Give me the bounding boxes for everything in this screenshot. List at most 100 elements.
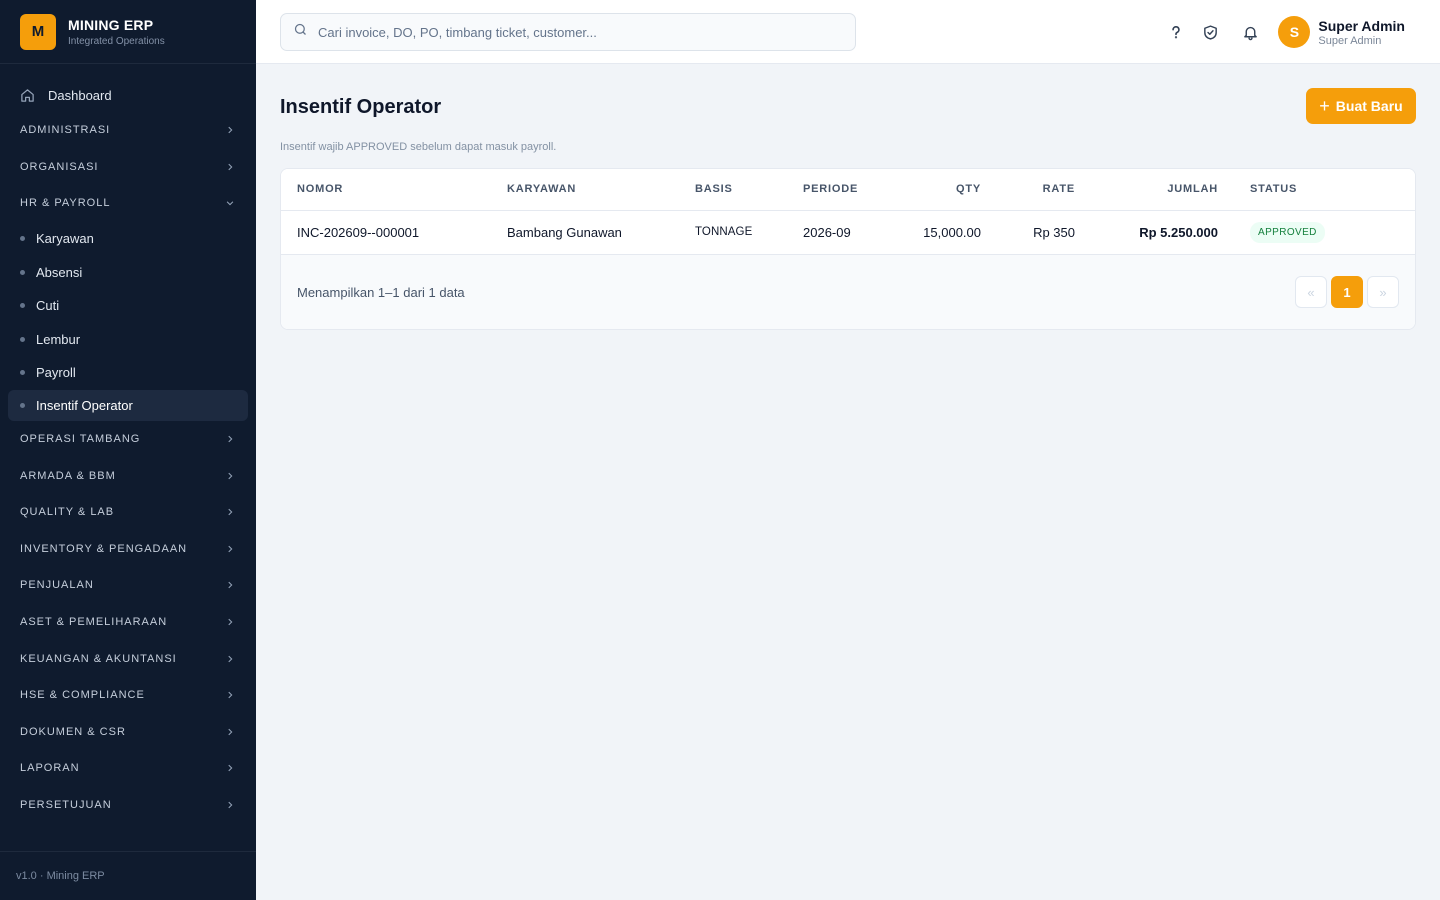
column-header-qty[interactable]: QTY: [887, 169, 997, 211]
sidebar-item-absensi[interactable]: Absensi: [8, 255, 248, 289]
cell-qty: 15,000.00: [887, 210, 997, 255]
sidebar-item-label: Payroll: [36, 365, 76, 381]
bullet-icon: [20, 236, 25, 242]
pagination-summary: Menampilkan 1–1 dari 1 data: [297, 284, 465, 300]
bullet-icon: [20, 336, 25, 342]
chevron-right-icon: [224, 124, 236, 136]
column-header-karyawan[interactable]: KARYAWAN: [491, 169, 679, 211]
sidebar-group-label: HSE & COMPLIANCE: [20, 689, 145, 702]
create-new-button[interactable]: + Buat Baru: [1306, 88, 1416, 124]
brand-logo: M: [20, 13, 56, 50]
sidebar-group-label: ASET & PEMELIHARAAN: [20, 616, 168, 629]
cell-status: APPROVED: [1234, 210, 1415, 255]
avatar: S: [1278, 16, 1311, 48]
shield-check-icon[interactable]: [1200, 22, 1220, 42]
sidebar-item-label: Cuti: [36, 298, 60, 314]
status-badge: APPROVED: [1250, 221, 1325, 243]
sidebar-item-label: Dashboard: [48, 87, 112, 103]
sidebar-group-operasi-tambang[interactable]: OPERASI TAMBANG: [0, 421, 256, 458]
table-header-row: NOMOR KARYAWAN BASIS PERIODE QTY RATE JU…: [281, 169, 1415, 211]
sidebar-item-karyawan[interactable]: Karyawan: [8, 222, 248, 256]
sidebar-group-label: OPERASI TAMBANG: [20, 433, 141, 446]
sidebar-group-inventory-pengadaan[interactable]: INVENTORY & PENGADAAN: [0, 531, 256, 568]
global-search[interactable]: [280, 13, 856, 51]
column-header-nomor[interactable]: NOMOR: [281, 169, 491, 211]
prev-page-button[interactable]: «: [1295, 276, 1327, 308]
sidebar-group-laporan[interactable]: LAPORAN: [0, 750, 256, 787]
sidebar-item-label: Karyawan: [36, 231, 94, 247]
incentive-table: NOMOR KARYAWAN BASIS PERIODE QTY RATE JU…: [281, 169, 1415, 255]
sidebar-group-aset-pemeliharaan[interactable]: ASET & PEMELIHARAAN: [0, 604, 256, 641]
table-footer: Menampilkan 1–1 dari 1 data « 1 »: [281, 254, 1415, 329]
bullet-icon: [20, 303, 25, 309]
sidebar-group-keuangan-akuntansi[interactable]: KEUANGAN & AKUNTANSI: [0, 640, 256, 677]
sidebar-group-label: ADMINISTRASI: [20, 124, 111, 137]
sidebar-group-label: PERSETUJUAN: [20, 798, 112, 811]
incentive-table-card: NOMOR KARYAWAN BASIS PERIODE QTY RATE JU…: [280, 168, 1416, 330]
next-page-button[interactable]: »: [1367, 276, 1399, 308]
sidebar-group-dokumen-csr[interactable]: DOKUMEN & CSR: [0, 714, 256, 751]
chevron-right-icon: [224, 689, 236, 701]
sidebar-item-insentif-operator[interactable]: Insentif Operator: [8, 389, 248, 421]
page-button-current[interactable]: 1: [1331, 276, 1363, 308]
sidebar-group-label: ORGANISASI: [20, 160, 99, 173]
sidebar-group-persetujuan[interactable]: PERSETUJUAN: [0, 787, 256, 824]
cell-jumlah: Rp 5.250.000: [1091, 210, 1234, 255]
page-note: Insentif wajib APPROVED sebelum dapat ma…: [280, 141, 557, 153]
sidebar-group-administrasi[interactable]: ADMINISTRASI: [0, 112, 256, 149]
sidebar-group-penjualan[interactable]: PENJUALAN: [0, 567, 256, 604]
column-header-status[interactable]: STATUS: [1234, 169, 1415, 211]
sidebar-version: v1.0 · Mining ERP: [0, 851, 256, 900]
help-icon[interactable]: [1166, 22, 1186, 42]
sidebar-nav: Dashboard ADMINISTRASI ORGANISASI HR & P…: [0, 64, 256, 823]
chevron-right-icon: [224, 762, 236, 774]
cell-periode: 2026-09: [787, 210, 887, 255]
cell-nomor[interactable]: INC-202609--000001: [281, 210, 491, 255]
bullet-icon: [20, 269, 25, 275]
user-menu[interactable]: S Super Admin Super Admin: [1278, 16, 1405, 48]
chevron-right-icon: [224, 161, 236, 173]
bell-icon[interactable]: [1240, 22, 1260, 42]
chevron-right-icon: [224, 506, 236, 518]
chevron-right-icon: [224, 579, 236, 591]
sidebar: M MINING ERP Integrated Operations Dashb…: [0, 0, 256, 900]
sidebar-group-hse-compliance[interactable]: HSE & COMPLIANCE: [0, 677, 256, 714]
sidebar-group-label: INVENTORY & PENGADAAN: [20, 542, 188, 555]
chevron-right-icon: [224, 470, 236, 482]
sidebar-group-label: HR & PAYROLL: [20, 197, 111, 210]
column-header-rate[interactable]: RATE: [997, 169, 1091, 211]
column-header-jumlah[interactable]: JUMLAH: [1091, 169, 1234, 211]
sidebar-item-label: Lembur: [36, 331, 81, 347]
sidebar-group-hr-payroll[interactable]: HR & PAYROLL: [0, 185, 256, 222]
user-role: Super Admin: [1318, 34, 1382, 47]
sidebar-item-lembur[interactable]: Lembur: [8, 323, 248, 357]
sidebar-group-quality-lab[interactable]: QUALITY & LAB: [0, 494, 256, 531]
table-row[interactable]: INC-202609--000001 Bambang Gunawan TONNA…: [281, 210, 1415, 255]
home-icon: [20, 87, 36, 103]
sidebar-item-payroll[interactable]: Payroll: [8, 356, 248, 390]
sidebar-group-armada-bbm[interactable]: ARMADA & BBM: [0, 457, 256, 494]
pagination: « 1 »: [1295, 276, 1399, 308]
chevron-down-icon: [224, 197, 236, 209]
page-title: Insentif Operator: [280, 96, 442, 118]
sidebar-item-label: Absensi: [36, 264, 83, 280]
sidebar-group-label: PENJUALAN: [20, 579, 94, 592]
sidebar-group-organisasi[interactable]: ORGANISASI: [0, 149, 256, 186]
search-icon: [293, 22, 308, 42]
search-input[interactable]: [318, 24, 838, 40]
sidebar-item-cuti[interactable]: Cuti: [8, 289, 248, 323]
sidebar-group-label: LAPORAN: [20, 762, 80, 775]
sidebar-item-dashboard[interactable]: Dashboard: [8, 78, 248, 112]
brand[interactable]: M MINING ERP Integrated Operations: [0, 0, 256, 64]
topbar: S Super Admin Super Admin: [256, 0, 1440, 64]
sidebar-group-label: ARMADA & BBM: [20, 469, 116, 482]
column-header-periode[interactable]: PERIODE: [787, 169, 887, 211]
chevron-right-icon: [224, 433, 236, 445]
sidebar-item-label: Insentif Operator: [36, 397, 133, 413]
user-name: Super Admin: [1318, 17, 1405, 34]
sidebar-group-label: QUALITY & LAB: [20, 506, 115, 519]
sidebar-group-label: DOKUMEN & CSR: [20, 725, 126, 738]
cell-basis: TONNAGE: [679, 210, 787, 255]
bullet-icon: [20, 370, 25, 376]
column-header-basis[interactable]: BASIS: [679, 169, 787, 211]
